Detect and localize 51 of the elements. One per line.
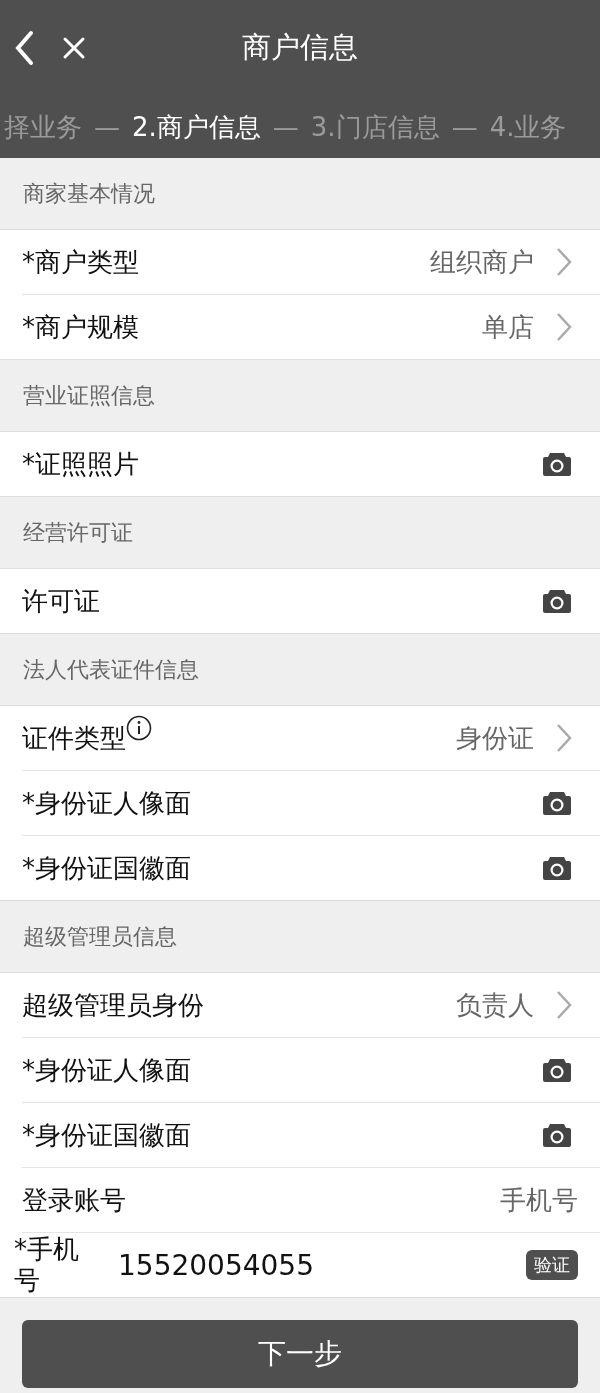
field-label: *商户类型 <box>22 245 139 279</box>
form-row[interactable]: *商户规模 单店 <box>22 295 600 359</box>
field-label: 许可证 <box>22 584 100 618</box>
form-row[interactable]: *商户类型 组织商户 <box>22 230 600 295</box>
field-label: *手机号 <box>14 1233 80 1297</box>
field-value: 负责人 <box>456 988 534 1022</box>
camera-icon[interactable] <box>542 451 572 477</box>
field-label: *身份证国徽面 <box>22 851 191 885</box>
step-label: 4.业务 <box>489 110 567 144</box>
form-row[interactable]: *身份证人像面 <box>22 771 600 836</box>
step-label: 3.门店信息 <box>310 110 440 144</box>
field-label: *身份证人像面 <box>22 1053 191 1087</box>
field-label: 超级管理员身份 <box>22 988 204 1022</box>
field-value: 单店 <box>482 310 534 344</box>
field-label: *身份证国徽面 <box>22 1118 191 1152</box>
chevron-icon <box>556 990 572 1020</box>
chevron-icon <box>556 723 572 753</box>
field-value: 手机号 <box>500 1183 578 1217</box>
info-icon[interactable] <box>126 714 152 741</box>
field-label: *商户规模 <box>22 310 139 344</box>
step-label: 择业务 <box>4 110 82 144</box>
camera-icon[interactable] <box>542 1057 572 1083</box>
step-separator: — <box>272 112 299 142</box>
close-icon[interactable] <box>62 36 86 60</box>
form-row[interactable]: *手机号 15520054055 验证 <box>14 1233 600 1297</box>
camera-icon[interactable] <box>542 855 572 881</box>
field-label: *证照照片 <box>22 447 139 481</box>
camera-icon[interactable] <box>542 1122 572 1148</box>
field-value: 组织商户 <box>430 245 534 279</box>
form-row[interactable]: *身份证国徽面 <box>22 1103 600 1168</box>
step-separator: — <box>94 112 120 142</box>
camera-icon[interactable] <box>542 588 572 614</box>
back-icon[interactable] <box>14 30 34 66</box>
verify-button[interactable]: 验证 <box>526 1250 578 1280</box>
camera-icon[interactable] <box>542 790 572 816</box>
input-field[interactable]: 15520054055 <box>118 1248 526 1282</box>
chevron-icon <box>556 247 572 277</box>
form-row[interactable]: *身份证国徽面 <box>22 836 600 900</box>
step-label: 2.商户信息 <box>132 110 261 144</box>
window-title: 商户信息 <box>242 29 358 66</box>
next-button[interactable]: 下一步 <box>22 1320 578 1388</box>
field-label: 证件类型 <box>22 721 126 755</box>
form-row[interactable]: 超级管理员身份 负责人 <box>22 973 600 1038</box>
form-row[interactable]: 证件类型 身份证 <box>22 706 600 771</box>
form-row[interactable]: *身份证人像面 <box>22 1038 600 1103</box>
field-value: 身份证 <box>456 721 534 755</box>
chevron-icon <box>556 312 572 342</box>
form-row[interactable]: 登录账号 手机号 <box>22 1168 600 1233</box>
field-label: *身份证人像面 <box>22 786 191 820</box>
step-separator: — <box>451 112 478 142</box>
field-label: 登录账号 <box>22 1183 126 1217</box>
